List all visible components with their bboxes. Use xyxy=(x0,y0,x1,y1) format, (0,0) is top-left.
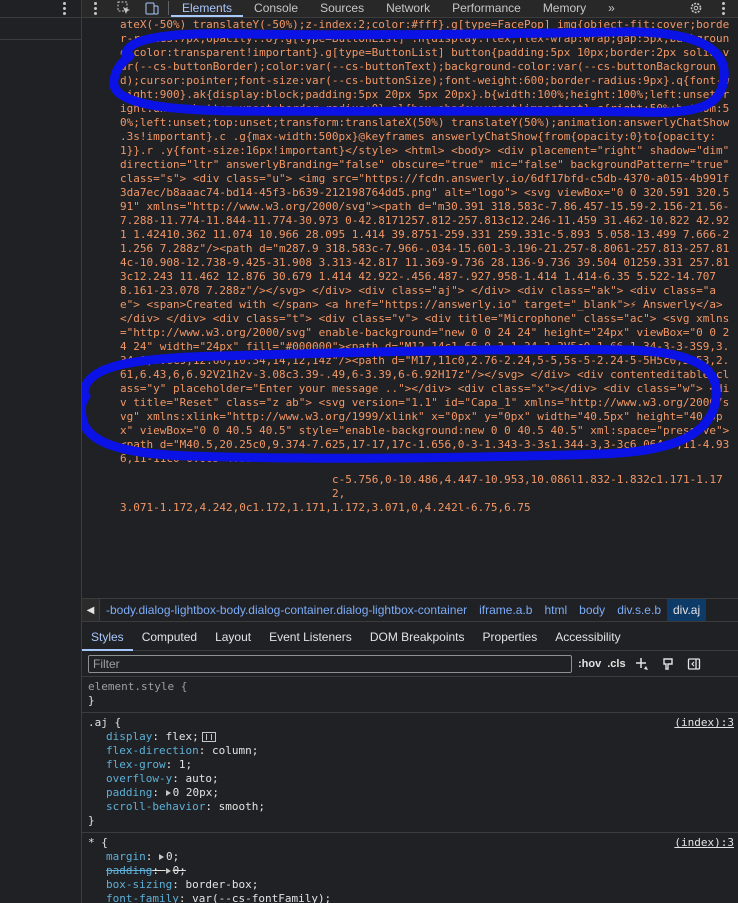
dom-tree-gutter xyxy=(82,18,92,598)
styles-rules-list: element.style { } .aj { (index):3 displa… xyxy=(82,677,738,903)
tab-elements[interactable]: Elements xyxy=(171,0,243,17)
expand-shorthand-icon[interactable] xyxy=(159,854,164,860)
property-name[interactable]: scroll-behavior xyxy=(106,800,205,813)
rule-selector: * { xyxy=(88,836,108,849)
tab-sources[interactable]: Sources xyxy=(309,0,375,17)
property-value[interactable]: flex; xyxy=(166,730,199,743)
property-name[interactable]: flex-grow xyxy=(106,758,166,771)
rule-selector: .aj { xyxy=(88,716,122,729)
style-rule-universal[interactable]: * { (index):3 margin: 0; padding: 0; box… xyxy=(82,833,738,903)
style-declaration[interactable]: padding: 0 20px; xyxy=(88,786,732,800)
expand-shorthand-icon[interactable] xyxy=(165,868,171,874)
hover-state-toggle[interactable]: :hov xyxy=(578,658,601,670)
breadcrumb-scroll-left-icon[interactable]: ◀ xyxy=(82,599,100,621)
property-name[interactable]: padding xyxy=(106,786,152,799)
dom-code-tail-line-2[interactable]: 3.071-1.172,4.242,0c1.172,1.171,1.172,3.… xyxy=(120,501,732,515)
more-options-icon[interactable] xyxy=(63,2,67,15)
breadcrumb-item-div-s[interactable]: div.s.e.b xyxy=(611,599,667,621)
breadcrumb-item-body[interactable]: body xyxy=(573,599,611,621)
styles-filter-bar: :hov .cls xyxy=(82,651,738,677)
new-style-rule-icon[interactable] xyxy=(632,654,652,674)
property-value[interactable]: var(--cs-fontFamily); xyxy=(192,892,331,903)
style-rule-element[interactable]: element.style { } xyxy=(82,677,738,713)
property-name[interactable]: flex-direction xyxy=(106,744,199,757)
settings-gear-icon[interactable] xyxy=(682,0,710,17)
customize-menu-icon[interactable] xyxy=(710,0,738,17)
property-name[interactable]: margin xyxy=(106,850,146,863)
inspect-element-icon[interactable] xyxy=(110,0,138,17)
styles-pane-tabs: Styles Computed Layout Event Listeners D… xyxy=(82,623,738,651)
tab-network[interactable]: Network xyxy=(375,0,441,17)
dom-tree-code[interactable]: ateX(-50%) translateY(-50%);z-index:2;co… xyxy=(120,18,732,515)
toggle-sidebar-icon[interactable] xyxy=(684,654,704,674)
style-declaration[interactable]: margin: 0; xyxy=(88,850,732,864)
tab-layout[interactable]: Layout xyxy=(206,623,260,651)
more-tabs-chevron-icon[interactable]: » xyxy=(597,0,626,17)
tab-console[interactable]: Console xyxy=(243,0,309,17)
tab-properties[interactable]: Properties xyxy=(474,623,547,651)
rule-close-brace: } xyxy=(88,814,95,827)
property-value[interactable]: border-box; xyxy=(185,878,258,891)
device-toolbar-icon[interactable] xyxy=(138,0,166,17)
flexbox-editor-icon[interactable] xyxy=(201,732,216,742)
property-value[interactable]: 0; xyxy=(166,850,179,863)
breadcrumb-item-iframe[interactable]: iframe.a.b xyxy=(473,599,538,621)
breadcrumb-item-html[interactable]: html xyxy=(538,599,573,621)
rule-selector: element.style { xyxy=(88,680,188,693)
property-value[interactable]: column; xyxy=(212,744,258,757)
property-value[interactable]: 0; xyxy=(173,864,186,877)
tab-performance[interactable]: Performance xyxy=(441,0,532,17)
elements-dom-tree[interactable]: ateX(-50%) translateY(-50%);z-index:2;co… xyxy=(82,18,738,598)
breadcrumb-item-div-aj[interactable]: div.aj xyxy=(667,599,707,621)
style-rule-aj[interactable]: .aj { (index):3 display: flex; flex-dire… xyxy=(82,713,738,833)
property-value[interactable]: 1; xyxy=(179,758,192,771)
left-panel-strip xyxy=(0,0,82,903)
tab-event-listeners[interactable]: Event Listeners xyxy=(260,623,361,651)
devtools-toolbar: Elements Console Sources Network Perform… xyxy=(82,0,738,18)
color-palette-icon[interactable] xyxy=(658,654,678,674)
rule-source-link[interactable]: (index):3 xyxy=(674,836,734,850)
expand-shorthand-icon[interactable] xyxy=(165,790,171,796)
left-panel-header xyxy=(0,0,81,18)
tab-computed[interactable]: Computed xyxy=(133,623,206,651)
style-declaration[interactable]: scroll-behavior: smooth; xyxy=(88,800,732,814)
property-value[interactable]: smooth; xyxy=(219,800,265,813)
style-declaration[interactable]: flex-grow: 1; xyxy=(88,758,732,772)
property-name[interactable]: display xyxy=(106,730,152,743)
styles-filter-input[interactable] xyxy=(88,654,572,673)
property-name[interactable]: padding xyxy=(106,864,152,877)
style-declaration[interactable]: box-sizing: border-box; xyxy=(88,878,732,892)
class-toggle[interactable]: .cls xyxy=(607,658,625,670)
property-value[interactable]: auto; xyxy=(185,772,218,785)
property-name[interactable]: font-family xyxy=(106,892,179,903)
breadcrumb-item-dialog-container[interactable]: -body.dialog-lightbox-body.dialog-contai… xyxy=(100,599,473,621)
property-name[interactable]: box-sizing xyxy=(106,878,172,891)
dom-code-text[interactable]: ateX(-50%) translateY(-50%);z-index:2;co… xyxy=(120,18,732,466)
kebab-menu-icon[interactable] xyxy=(82,0,110,17)
tab-memory[interactable]: Memory xyxy=(532,0,597,17)
style-declaration[interactable]: flex-direction: column; xyxy=(88,744,732,758)
style-declaration[interactable]: display: flex; xyxy=(88,730,732,744)
style-declaration[interactable]: font-family: var(--cs-fontFamily); xyxy=(88,892,732,903)
style-declaration-overridden[interactable]: padding: 0; xyxy=(88,864,732,878)
tab-dom-breakpoints[interactable]: DOM Breakpoints xyxy=(361,623,474,651)
left-panel-row xyxy=(0,18,81,40)
toolbar-separator xyxy=(168,1,169,15)
rule-source-link[interactable]: (index):3 xyxy=(674,716,734,730)
property-value[interactable]: 0 20px; xyxy=(173,786,219,799)
tab-accessibility[interactable]: Accessibility xyxy=(546,623,629,651)
rule-close-brace: } xyxy=(88,694,95,707)
dom-code-tail-line-1[interactable]: c-5.756,0-10.486,4.447-10.953,10.086l1.8… xyxy=(120,473,732,501)
tab-styles[interactable]: Styles xyxy=(82,623,133,651)
style-declaration[interactable]: overflow-y: auto; xyxy=(88,772,732,786)
property-name[interactable]: overflow-y xyxy=(106,772,172,785)
dom-breadcrumb: ◀ -body.dialog-lightbox-body.dialog-cont… xyxy=(82,598,738,622)
